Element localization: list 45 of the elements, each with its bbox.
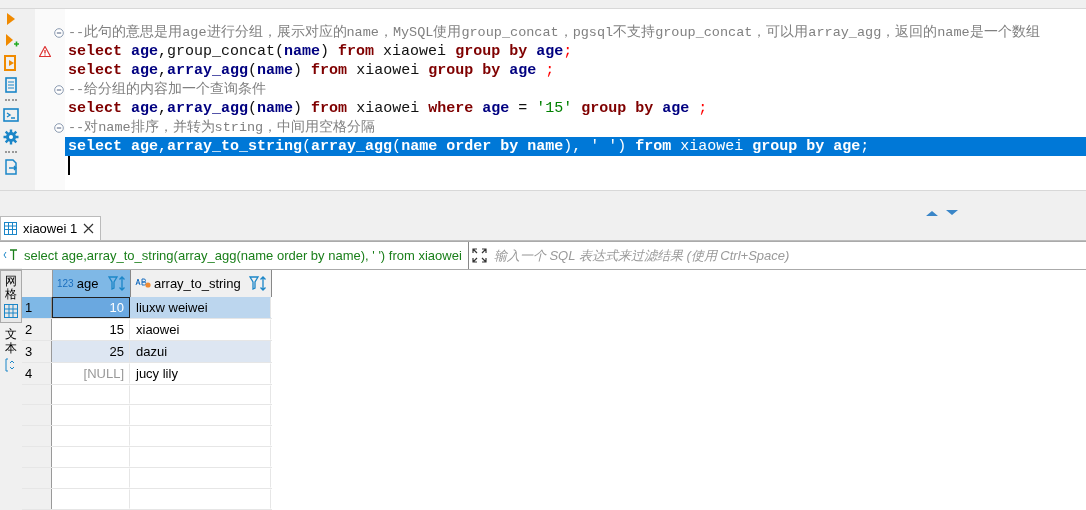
text-caret — [68, 156, 70, 175]
column-header[interactable]: 123 age — [53, 270, 131, 297]
fold-icon[interactable] — [54, 122, 64, 133]
text-cursor-icon — [5, 357, 17, 372]
code-line: --此句的意思是用age进行分组，展示对应的name，MySQL使用group_concat，pgsql不支持group_concat，可以用array_agg，返回的name是一个数组 — [67, 23, 1041, 42]
row-number[interactable] — [22, 447, 52, 468]
table-cell: 25 — [52, 340, 130, 362]
scroll-arrows-icon[interactable] — [924, 210, 960, 216]
grid-icon — [4, 304, 18, 319]
settings-icon[interactable] — [3, 129, 19, 145]
row-number[interactable]: 3 — [22, 340, 52, 362]
table-cell: liuxw weiwei — [130, 296, 271, 318]
document-icon[interactable] — [3, 77, 19, 93]
script-run-icon[interactable] — [3, 55, 19, 71]
table-icon — [4, 222, 17, 235]
code-line: --给分组的内容加一个查询条件 — [67, 80, 268, 99]
view-tab[interactable]: 网格 — [0, 270, 22, 324]
code-line: select age,group_concat(name) from xiaowei group by age; — [67, 42, 574, 61]
row-number[interactable] — [22, 468, 52, 489]
code-line: select age,array_agg(name) from xiaowei group by age ; — [67, 61, 556, 80]
query-text: select age,array_to_string(array_agg(name order by name), ' ') from xiaowei — [22, 242, 469, 269]
row-number[interactable]: 4 — [22, 362, 52, 384]
view-tab[interactable]: 文本 — [0, 323, 22, 377]
close-icon[interactable] — [83, 223, 95, 234]
row-number[interactable]: 2 — [22, 318, 52, 340]
result-tab[interactable]: xiaowei 1 — [0, 216, 102, 240]
fold-icon[interactable] — [54, 84, 64, 95]
run-add-icon[interactable] — [3, 33, 19, 49]
row-number[interactable]: 1 — [22, 296, 52, 318]
row-number[interactable] — [22, 489, 52, 509]
fold-icon[interactable] — [54, 27, 64, 38]
filter-sort-icon[interactable] — [108, 275, 126, 291]
code-line: select age,array_agg(name) from xiaowei where age = '15' group by age ; — [67, 99, 709, 118]
row-number[interactable] — [22, 405, 52, 426]
filter-sort-icon[interactable] — [249, 275, 267, 291]
expand-icon[interactable] — [468, 242, 490, 269]
sql-text-icon — [0, 242, 22, 268]
text-type-icon — [135, 277, 151, 290]
terminal-icon[interactable] — [3, 107, 19, 123]
export-icon[interactable] — [3, 159, 19, 175]
table-cell: 10 — [52, 296, 130, 318]
row-number[interactable] — [22, 426, 52, 447]
code-line: --对name排序，并转为string，中间用空格分隔 — [67, 118, 377, 137]
table-cell: dazui — [130, 340, 271, 362]
row-number[interactable] — [22, 384, 52, 405]
